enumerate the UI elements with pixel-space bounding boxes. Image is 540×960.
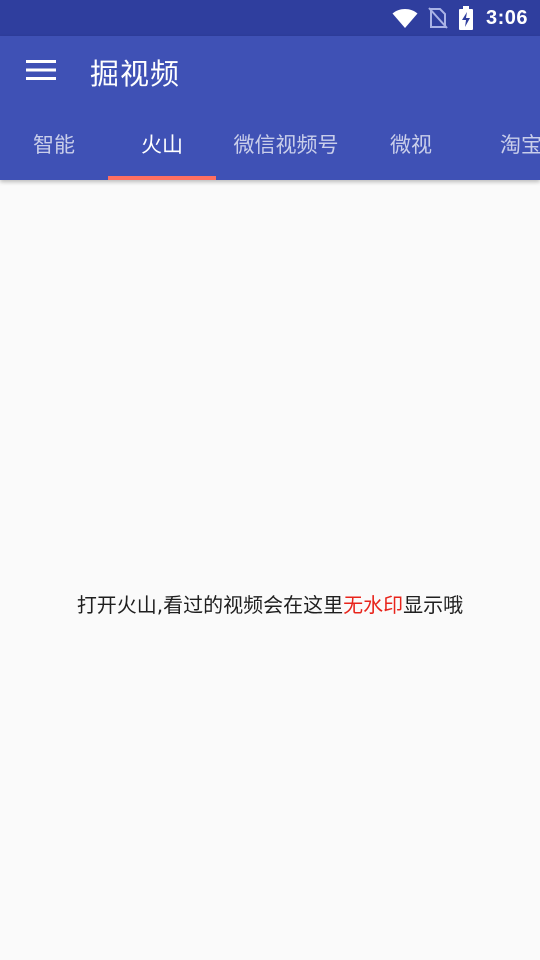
message-highlight: 无水印 — [343, 592, 404, 617]
tab-label: 火山 — [141, 133, 183, 157]
empty-state: 打开火山,看过的视频会在这里无水印显示哦 — [0, 180, 540, 960]
tab-label: 微信视频号 — [233, 133, 339, 157]
message-text: 打开火山,看过的视频会在这里 — [76, 592, 344, 617]
app-title: 掘视频 — [90, 57, 181, 91]
tab-label: 微视 — [390, 133, 432, 157]
app-bar: 掘视频 智能 火山 微信视频号 微视 淘宝 — [0, 36, 540, 180]
tab-weishi[interactable]: 微视 — [356, 108, 466, 180]
tab-huoshan[interactable]: 火山 — [108, 108, 216, 180]
toolbar: 掘视频 — [0, 36, 540, 108]
tab-label: 智能 — [33, 133, 75, 157]
tab-label: 淘宝 — [500, 133, 540, 157]
hamburger-menu-icon — [26, 59, 56, 85]
menu-button[interactable] — [0, 36, 84, 108]
tab-bar: 智能 火山 微信视频号 微视 淘宝 — [0, 108, 540, 180]
tab-zhineng[interactable]: 智能 — [0, 108, 108, 180]
empty-state-message: 打开火山,看过的视频会在这里无水印显示哦 — [77, 589, 463, 618]
battery-charging-icon — [458, 6, 474, 30]
status-clock: 3:06 — [485, 6, 528, 29]
no-sim-icon — [428, 7, 448, 29]
wifi-icon — [392, 7, 418, 29]
message-text-end: 显示哦 — [403, 592, 464, 617]
tab-weixin-shipinhao[interactable]: 微信视频号 — [216, 108, 356, 180]
tab-taobao[interactable]: 淘宝 — [466, 108, 540, 180]
status-bar: 3:06 — [0, 0, 540, 36]
